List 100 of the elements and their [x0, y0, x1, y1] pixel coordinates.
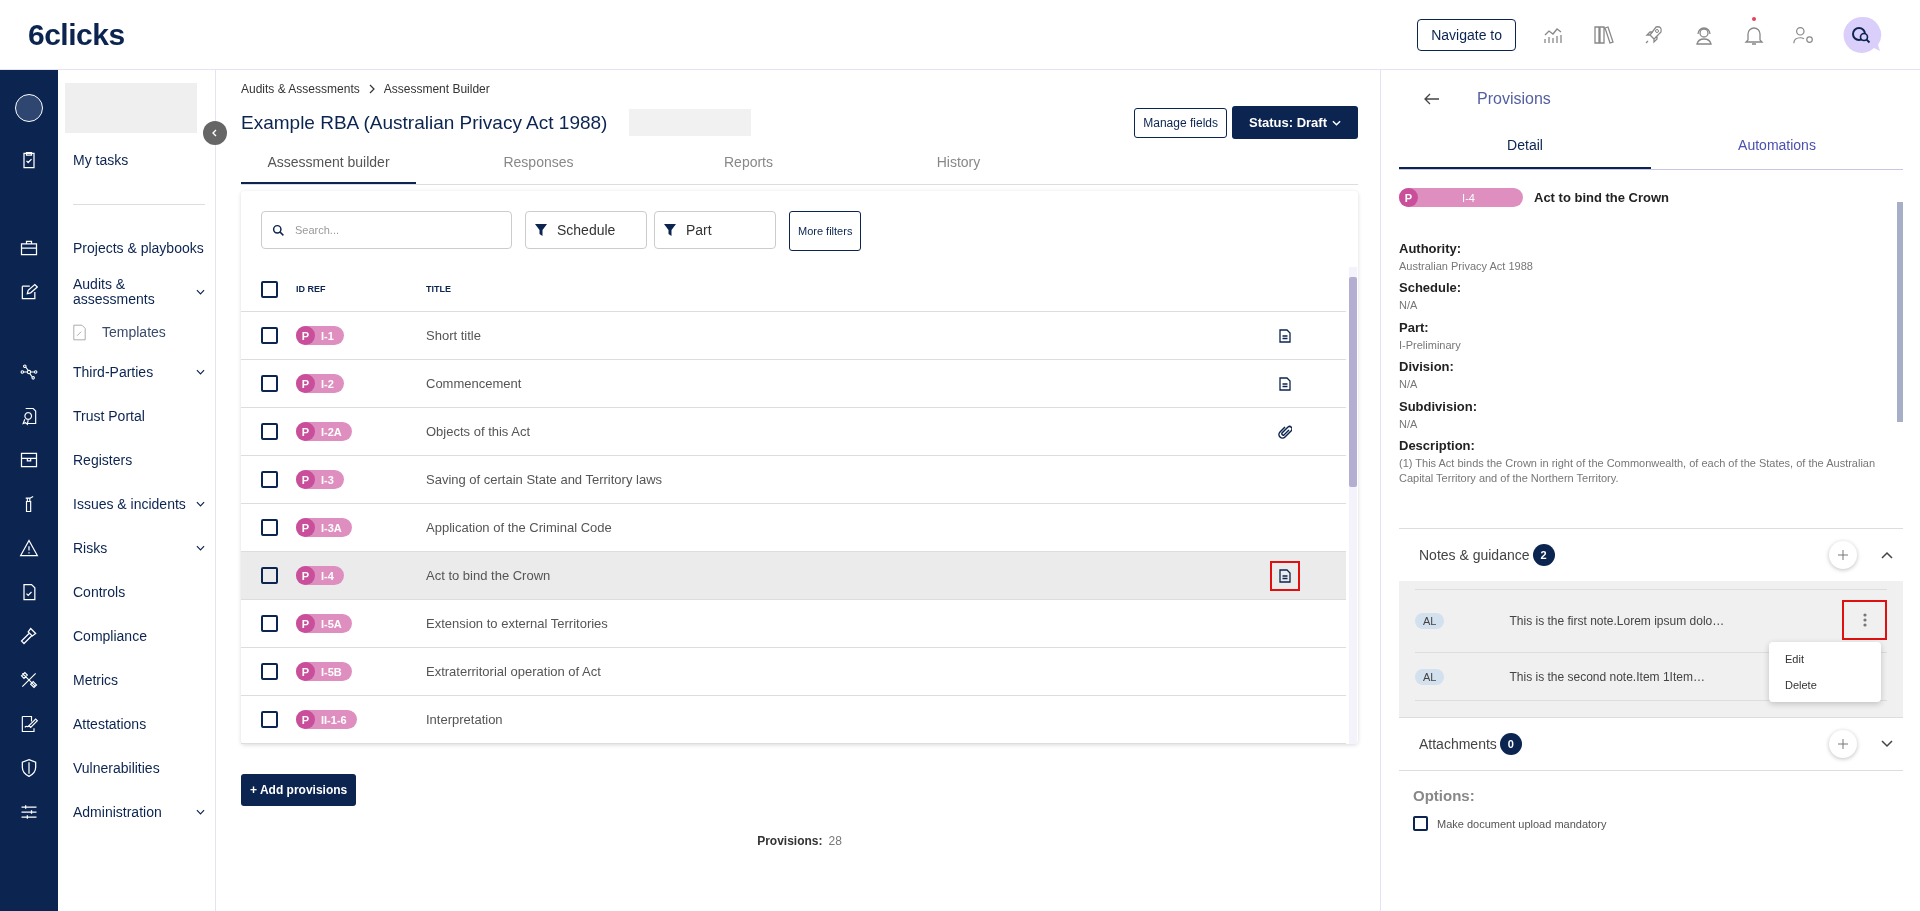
add-provisions-button[interactable]: + Add provisions: [241, 774, 357, 806]
nav-item[interactable]: Controls: [73, 584, 205, 600]
menu-item[interactable]: Delete: [1769, 672, 1881, 698]
breadcrumb-link[interactable]: Audits & Assessments: [241, 82, 360, 96]
section-title: Notes & guidance: [1419, 547, 1530, 563]
note-text[interactable]: This is the second note.Item 1Item…: [1509, 669, 1705, 684]
row-checkbox[interactable]: [261, 663, 278, 680]
chevron-down-icon[interactable]: [196, 809, 205, 815]
table-row[interactable]: P I-2 Commencement: [241, 360, 1346, 408]
options-title: Options:: [1413, 787, 1476, 804]
field-value: N/A: [1399, 298, 1419, 314]
manage-fields-button[interactable]: Manage fields: [1134, 107, 1227, 138]
chevron-down-icon[interactable]: [196, 501, 205, 507]
tab[interactable]: History: [871, 143, 1046, 184]
logo[interactable]: 6clicks: [28, 17, 125, 52]
chevron-down-icon[interactable]: [1881, 740, 1893, 748]
certificate-icon[interactable]: [19, 406, 39, 426]
note-text[interactable]: This is the first note.Lorem ipsum dolo…: [1509, 614, 1725, 628]
select-all-checkbox[interactable]: [261, 280, 278, 298]
nav-item[interactable]: Vulnerabilities: [73, 760, 205, 776]
user-avatar[interactable]: [15, 94, 43, 122]
table-row[interactable]: P I-5A Extension to external Territories: [241, 600, 1346, 648]
column-header[interactable]: TITLE: [426, 284, 451, 294]
field-value: I-Preliminary: [1399, 337, 1462, 353]
panel-title: Provisions: [1477, 90, 1551, 108]
row-checkbox[interactable]: [261, 567, 278, 584]
row-checkbox[interactable]: [261, 375, 278, 392]
scrollbar[interactable]: [1349, 267, 1357, 744]
field-label: Authority:: [1399, 241, 1463, 256]
chevron-up-icon[interactable]: [1881, 551, 1893, 559]
collapse-sidebar-button[interactable]: [203, 121, 227, 145]
nav-item[interactable]: Administration: [73, 804, 188, 820]
briefcase-icon[interactable]: [19, 238, 39, 258]
nav-item[interactable]: Third-Parties: [73, 364, 188, 380]
document-icon[interactable]: [1279, 328, 1291, 343]
shield-icon[interactable]: [19, 758, 39, 778]
assistant-bubble-icon[interactable]: [1842, 14, 1882, 55]
filter-dropdown[interactable]: Part: [654, 211, 776, 249]
filter-icon: [663, 223, 677, 237]
status-dropdown-button[interactable]: Status: Draft: [1232, 106, 1358, 139]
nav-item[interactable]: Issues & incidents: [73, 496, 188, 512]
row-checkbox[interactable]: [261, 711, 278, 728]
hammer-icon[interactable]: [19, 626, 39, 646]
back-arrow-icon[interactable]: [1424, 93, 1440, 105]
tab[interactable]: Assessment builder: [241, 143, 416, 184]
user-initials: AL: [1415, 668, 1445, 685]
chevron-down-icon[interactable]: [196, 545, 205, 551]
nav-item[interactable]: Metrics: [73, 672, 205, 688]
provision-title: Act to bind the Crown: [1534, 190, 1670, 205]
tools-icon[interactable]: [19, 670, 39, 690]
sliders-icon[interactable]: [19, 802, 39, 822]
warning-icon[interactable]: [19, 538, 39, 558]
signature-icon[interactable]: [19, 714, 39, 734]
row-checkbox[interactable]: [261, 615, 278, 632]
tab[interactable]: Automations: [1651, 122, 1903, 169]
row-checkbox[interactable]: [261, 327, 278, 344]
breadcrumb-link[interactable]: Assessment Builder: [383, 82, 490, 96]
box-icon[interactable]: [19, 450, 39, 470]
nav-item[interactable]: Attestations: [73, 716, 205, 732]
paperclip-icon[interactable]: [1278, 424, 1292, 439]
nav-item[interactable]: Compliance: [73, 628, 205, 644]
chevron-down-icon[interactable]: [196, 369, 205, 375]
nav-subitem[interactable]: Templates: [102, 324, 166, 340]
table-row[interactable]: P I-4 Act to bind the Crown: [241, 552, 1346, 600]
nav-item[interactable]: Trust Portal: [73, 408, 205, 424]
count-badge: 0: [1499, 733, 1522, 755]
row-checkbox[interactable]: [261, 471, 278, 488]
document-icon[interactable]: [1279, 568, 1291, 583]
edit-icon[interactable]: [19, 282, 39, 302]
checkbox[interactable]: [1413, 816, 1428, 831]
table-row[interactable]: P I-1 Short title: [241, 312, 1346, 360]
id-badge: P I-3A: [296, 518, 352, 538]
chevron-down-icon[interactable]: [196, 289, 205, 295]
nav-item[interactable]: Projects & playbooks: [73, 240, 205, 256]
table-row[interactable]: P I-3 Saving of certain State and Territory laws: [241, 456, 1346, 504]
navigate-to-button[interactable]: Navigate to: [1417, 18, 1516, 51]
row-checkbox[interactable]: [261, 423, 278, 440]
nav-item[interactable]: My tasks: [73, 152, 205, 168]
checkbox-label[interactable]: Make document upload mandatory: [1437, 817, 1607, 830]
row-checkbox[interactable]: [261, 519, 278, 536]
count-badge: 2: [1532, 544, 1555, 566]
table-row[interactable]: P I-2A Objects of this Act: [241, 408, 1346, 456]
tab[interactable]: Detail: [1399, 122, 1651, 169]
search-field[interactable]: Search...: [261, 211, 512, 249]
table-cell-text: Saving of certain State and Territory laws: [426, 472, 664, 487]
column-header[interactable]: ID REF: [296, 284, 426, 294]
field-value: (1) This Act binds the Crown in right of the Commonwealth, of each of the States, of the Australian Capital Territory and of the Northern Territory.: [1399, 455, 1877, 487]
field-label: Part:: [1399, 319, 1430, 335]
network-icon[interactable]: [19, 362, 39, 382]
table-row[interactable]: P II-1-6 Interpretation: [241, 696, 1346, 744]
table-row[interactable]: P I-5B Extraterritorial operation of Act: [241, 648, 1346, 696]
table-cell-text: Commencement: [426, 376, 523, 391]
tab[interactable]: Reports: [661, 143, 836, 184]
tab[interactable]: Responses: [451, 143, 626, 184]
more-filters-button[interactable]: More filters: [789, 211, 862, 251]
filter-dropdown[interactable]: Schedule: [525, 211, 647, 249]
nav-item[interactable]: Risks: [73, 540, 188, 556]
document-icon[interactable]: [1279, 376, 1291, 391]
nav-item[interactable]: Registers: [73, 452, 205, 468]
nav-item[interactable]: Audits & assessments: [73, 277, 188, 307]
